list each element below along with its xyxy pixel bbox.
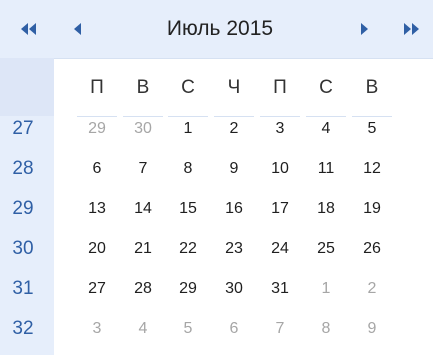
double-chevron-left-icon: [21, 23, 37, 35]
week-header-corner: [0, 58, 54, 116]
day-cell[interactable]: 14: [123, 189, 163, 229]
day-cell-other-month[interactable]: 4: [123, 309, 163, 349]
day-cell[interactable]: 12: [352, 149, 392, 189]
day-cell[interactable]: 11: [306, 149, 346, 189]
double-chevron-right-icon: [403, 23, 420, 35]
day-cell[interactable]: 6: [77, 149, 117, 189]
day-cell[interactable]: 15: [168, 189, 208, 229]
day-cell[interactable]: 31: [260, 269, 300, 309]
day-cell[interactable]: 21: [123, 229, 163, 269]
day-cell[interactable]: 16: [214, 189, 254, 229]
day-cell-other-month[interactable]: 6: [214, 309, 254, 349]
day-cell[interactable]: 9: [214, 149, 254, 189]
day-cell[interactable]: 20: [77, 229, 117, 269]
day-cell[interactable]: 19: [352, 189, 392, 229]
day-cell[interactable]: 25: [306, 229, 346, 269]
day-cell[interactable]: 8: [168, 149, 208, 189]
day-cell[interactable]: 28: [123, 269, 163, 309]
day-cell-other-month[interactable]: 3: [77, 309, 117, 349]
day-cell[interactable]: 17: [260, 189, 300, 229]
day-cell[interactable]: 29: [168, 269, 208, 309]
day-cell[interactable]: 18: [306, 189, 346, 229]
day-cell[interactable]: 4: [306, 109, 346, 149]
week-number: 31: [12, 278, 34, 299]
week-number: 28: [12, 158, 34, 179]
week-number: 27: [12, 118, 34, 139]
day-cell-other-month[interactable]: 29: [77, 109, 117, 149]
day-cell-other-month[interactable]: 5: [168, 309, 208, 349]
day-cell[interactable]: 22: [168, 229, 208, 269]
day-cell-other-month[interactable]: 7: [260, 309, 300, 349]
next-month-button[interactable]: [345, 0, 385, 58]
day-cell[interactable]: 30: [214, 269, 254, 309]
day-cell[interactable]: 2: [214, 109, 254, 149]
chevron-right-icon: [361, 23, 369, 35]
day-cell-other-month[interactable]: 9: [352, 309, 392, 349]
day-cell-other-month[interactable]: 2: [352, 269, 392, 309]
day-cell[interactable]: 1: [168, 109, 208, 149]
day-cell-other-month[interactable]: 1: [306, 269, 346, 309]
month-year-title[interactable]: Июль 2015: [110, 0, 330, 58]
day-cell[interactable]: 26: [352, 229, 392, 269]
calendar: Июль 2015 ПВСЧПСВ 27 29 30 1 2 3 4 5 28 6 7 8 9 10 11 1…: [0, 0, 433, 355]
day-cell[interactable]: 10: [260, 149, 300, 189]
prev-year-button[interactable]: [4, 0, 54, 58]
day-cell[interactable]: 3: [260, 109, 300, 149]
prev-month-button[interactable]: [58, 0, 98, 58]
day-cell[interactable]: 13: [77, 189, 117, 229]
day-cell[interactable]: 7: [123, 149, 163, 189]
day-cell-other-month[interactable]: 8: [306, 309, 346, 349]
day-cell[interactable]: 23: [214, 229, 254, 269]
day-cell[interactable]: 5: [352, 109, 392, 149]
week-number: 30: [12, 238, 34, 259]
calendar-header: Июль 2015: [0, 0, 433, 59]
week-number: 29: [12, 198, 34, 219]
day-cell-other-month[interactable]: 30: [123, 109, 163, 149]
day-cell[interactable]: 24: [260, 229, 300, 269]
chevron-left-icon: [74, 23, 82, 35]
day-cell[interactable]: 27: [77, 269, 117, 309]
week-number: 32: [12, 318, 34, 339]
next-year-button[interactable]: [390, 0, 433, 58]
